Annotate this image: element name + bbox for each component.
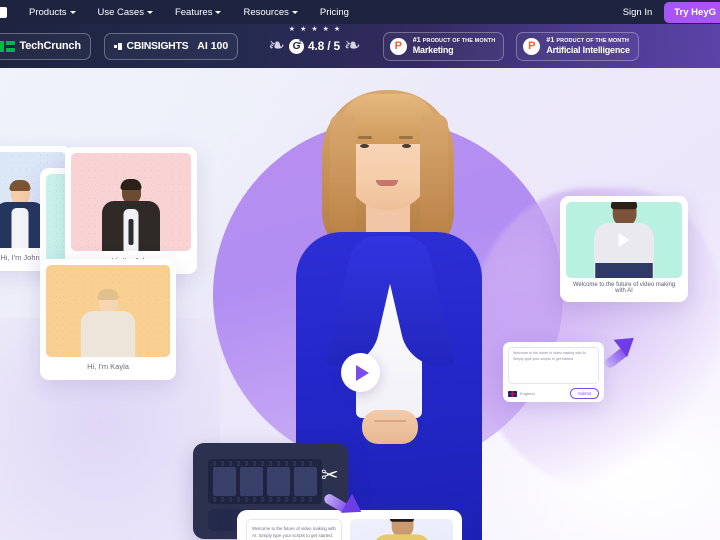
language-label: England [520,391,535,396]
top-navigation-bar: Products Use Cases Features Resources Pr… [0,0,720,24]
chevron-down-icon [69,11,76,14]
sign-in-link[interactable]: Sign In [611,7,665,18]
cbinsights-logo-icon [113,42,122,50]
nav-item-products-label: Products [29,6,67,18]
badge-cbinsights[interactable]: CBINSIGHTS AI 100 [103,32,239,60]
badge-cbinsights-label: CBINSIGHTS [126,40,189,52]
nav-item-features[interactable]: Features [164,7,233,18]
star-icon: ★ [322,26,329,33]
avatar-thumbnail [46,265,170,357]
script-textarea[interactable]: Welcome to the future of video making wi… [508,347,599,384]
g2-logo-icon: G2 [289,38,304,54]
nav-item-pricing-label: Pricing [319,6,349,18]
star-icon: ★ [333,26,341,33]
editor-script-textarea[interactable]: Welcome to the future of video making wi… [246,519,342,540]
g2-score-label: 4.8 / 5 [308,39,340,53]
laurel-wreath-icon: ❧ [343,35,361,57]
nav-item-pricing[interactable]: Pricing [309,7,360,18]
avatar-thumbnail [71,153,191,251]
video-preview-card[interactable]: Welcome to the future of video making wi… [560,196,688,302]
producthunt-logo-icon: P [523,37,541,55]
nav-item-resources-label: Resources [243,6,289,18]
badge-ph-category: Marketing [412,45,454,55]
producthunt-logo-icon: P [389,37,407,55]
nav-item-use-cases[interactable]: Use Cases [87,7,164,18]
badge-ph-eyebrow: #1 PRODUCT OF THE MONTH [546,37,629,44]
hero-section: Hi, I'm John Hi, I'm Jake [0,68,720,540]
nav-item-use-cases-label: Use Cases [97,6,144,18]
uk-flag-icon [508,390,517,397]
chevron-down-icon [291,11,298,14]
badge-cbinsights-award: AI 100 [197,40,229,52]
film-strip-icon [208,459,322,504]
avatar-card-jake[interactable]: Hi, I'm Jake [65,147,197,274]
video-card-caption: Welcome to the future of video making wi… [572,282,676,294]
badge-techcrunch-label: TechCrunch [19,40,82,52]
heygen-logo-icon[interactable] [0,0,8,24]
editor-video-preview[interactable] [350,519,453,540]
play-triangle-icon[interactable] [618,233,630,247]
avatar-card-kayla[interactable]: Hi, I'm Kayla [40,259,176,380]
techcrunch-logo-icon [0,40,15,52]
badge-ph-eyebrow: #1 PRODUCT OF THE MONTH [412,37,496,44]
badge-producthunt-marketing[interactable]: P #1 PRODUCT OF THE MONTH Marketing [382,31,505,61]
star-icon: ★ [311,26,318,33]
main-play-button[interactable] [341,353,380,392]
badge-ph-category: Artificial Intelligence [546,45,630,55]
laurel-wreath-icon: ❧ [268,35,285,57]
badge-producthunt-ai[interactable]: P #1 PRODUCT OF THE MONTH Artificial Inte… [516,31,639,61]
nav-item-products[interactable]: Products [18,7,87,18]
chevron-down-icon [146,11,153,14]
nav-item-features-label: Features [174,6,213,18]
script-panel-actions: England Submit [508,388,599,399]
star-icon: ★ [300,26,307,33]
nav-links: Products Use Cases Features Resources Pr… [18,7,360,18]
page-root: Products Use Cases Features Resources Pr… [0,0,720,540]
scissors-icon: ✂ [321,464,339,487]
star-icon: ★ [288,26,296,33]
awards-badge-bar: TechCrunch CBINSIGHTS AI 100 ★ ★ ★ ★ ★ ❧ G… [0,24,720,68]
badge-techcrunch[interactable]: TechCrunch [0,32,91,60]
avatar-card-caption: Hi, I'm Kayla [87,362,129,371]
nav-item-resources[interactable]: Resources [232,7,308,18]
video-thumbnail [566,202,682,278]
script-input-panel: Welcome to the future of video making wi… [503,342,604,402]
nav-right-actions: Sign In Try HeyG [611,0,720,24]
language-selector[interactable]: England [508,390,535,397]
try-heygen-button[interactable]: Try HeyG [664,1,720,23]
badge-g2-rating[interactable]: ★ ★ ★ ★ ★ ❧ G2 4.8 / 5 ❧ [268,26,361,57]
play-button-icon [355,364,369,381]
submit-button[interactable]: Submit [569,388,599,399]
star-rating-icons: ★ ★ ★ ★ ★ [289,26,340,33]
chevron-down-icon [215,11,222,14]
